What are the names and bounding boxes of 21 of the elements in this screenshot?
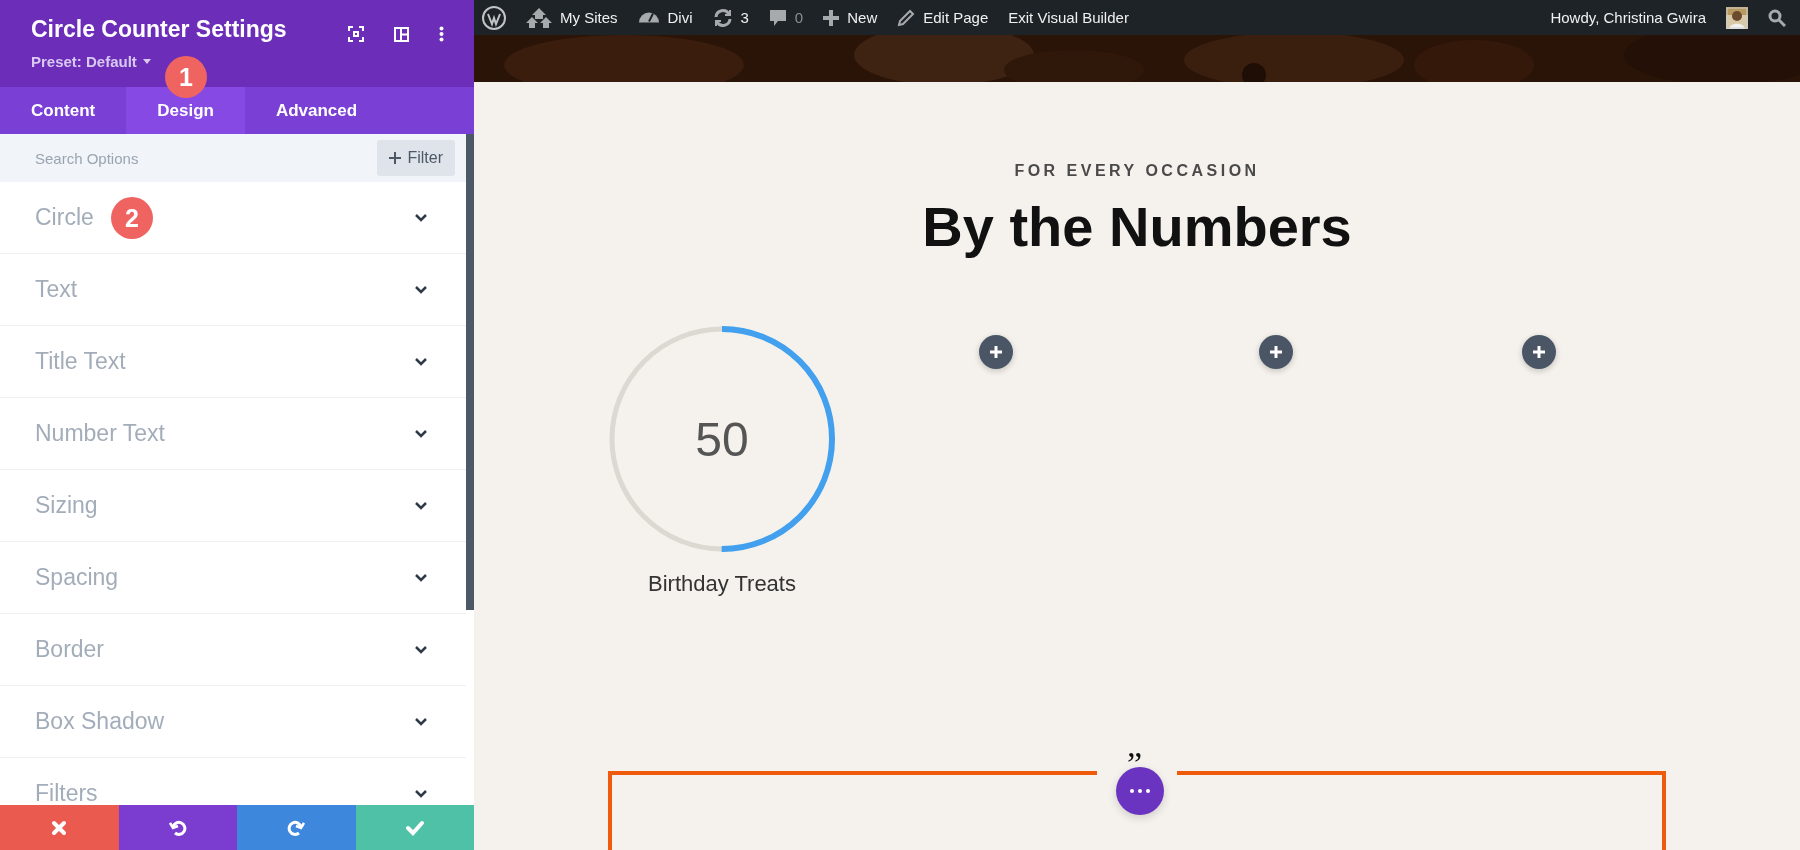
account-greeting[interactable]: Howdy, Christina Gwira xyxy=(1550,9,1706,26)
admin-bar-link[interactable]: 3 xyxy=(712,7,749,28)
counter-title: Birthday Treats xyxy=(648,571,796,597)
section-eyebrow: FOR EVERY OCCASION xyxy=(1014,162,1260,180)
filter-button[interactable]: Filter xyxy=(377,140,455,176)
search-field[interactable]: Search Options xyxy=(35,149,235,167)
admin-bar-link[interactable]: Edit Page xyxy=(897,8,989,27)
admin-bar-link[interactable]: 0 xyxy=(768,8,804,27)
admin-bar-link[interactable]: Divi xyxy=(637,9,693,26)
step-badge: 2 xyxy=(111,197,153,239)
admin-bar-link[interactable]: Exit Visual Builder xyxy=(1008,9,1129,26)
panel-title: Circle Counter Settings xyxy=(31,16,287,43)
tab[interactable]: Advanced xyxy=(244,87,389,134)
section-heading: By the Numbers xyxy=(922,194,1352,259)
admin-bar-link[interactable]: My Sites xyxy=(526,7,618,28)
admin-bar-link[interactable]: New xyxy=(823,9,878,26)
preset-dropdown[interactable]: Preset: Default xyxy=(31,53,151,70)
tab[interactable]: Content xyxy=(0,87,127,134)
tab[interactable]: Design xyxy=(126,87,245,134)
quote-mark: ” xyxy=(1127,745,1143,783)
counter-number: 50 xyxy=(695,413,749,466)
